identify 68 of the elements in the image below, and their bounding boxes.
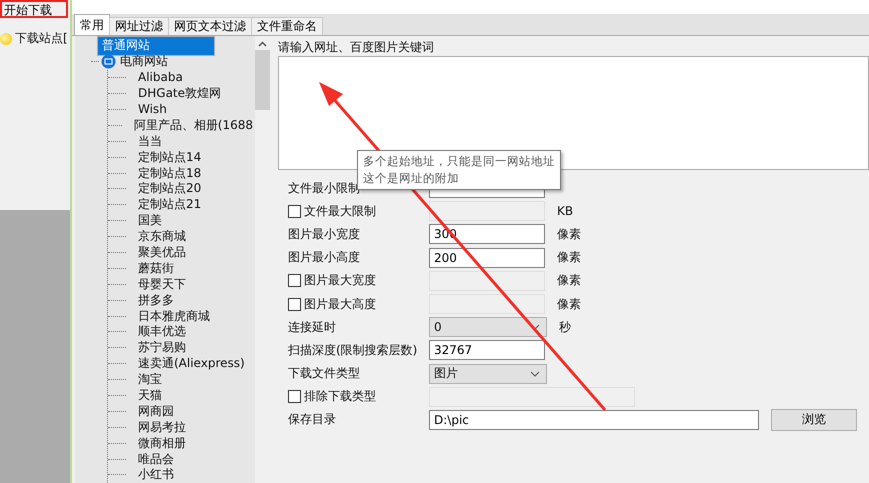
tree-item[interactable]: 普通网站 <box>97 36 215 56</box>
tree-item[interactable]: 淘宝 <box>136 372 164 388</box>
unit-label: 像素 <box>557 296 581 313</box>
tree-item[interactable]: 日本雅虎商城 <box>136 308 212 324</box>
tree-item[interactable]: 天猫 <box>136 388 164 404</box>
tree-item[interactable]: 拼多多 <box>136 292 176 308</box>
tab[interactable]: 网页文本过滤 <box>168 17 252 35</box>
tree-item[interactable]: 定制站点21 <box>136 197 204 212</box>
unit-label: 像素 <box>557 226 581 243</box>
tree-item[interactable]: 网商园 <box>136 404 176 419</box>
folder-icon[interactable] <box>101 54 116 70</box>
tree-item[interactable]: 顺丰优选 <box>136 324 188 340</box>
browse-button[interactable]: 浏览 <box>771 408 857 431</box>
url-input-field[interactable] <box>278 56 869 170</box>
field-label: 下载文件类型 <box>288 365 360 382</box>
field-label: 连接延时 <box>288 318 336 336</box>
field-label: 图片最小宽度 <box>288 226 360 243</box>
tab[interactable]: 常用 <box>74 14 110 35</box>
tree-item[interactable]: 小红书 <box>136 467 176 482</box>
tree-item[interactable]: 国美 <box>136 213 164 228</box>
save-path-field[interactable]: D:\pic <box>429 410 759 430</box>
unit-label: 像素 <box>557 272 581 290</box>
tree-item[interactable]: Wish <box>136 102 169 117</box>
checkbox[interactable] <box>288 274 301 288</box>
tree-item[interactable]: 京东商城 <box>136 229 188 244</box>
tree-item[interactable]: 母婴天下 <box>136 276 188 292</box>
dropdown[interactable]: 0 <box>429 317 547 338</box>
chevron-down-icon[interactable] <box>530 370 540 377</box>
tree-item[interactable]: 定制站点18 <box>136 166 204 181</box>
tree-item[interactable]: 电商网站 <box>118 54 170 70</box>
tree-item[interactable]: 阿里产品、相册(1688 <box>132 118 255 133</box>
tree-item[interactable]: 聚美优品 <box>136 245 188 260</box>
tooltip: 多个起始地址，只能是同一网站地址 这个是网址的附加 <box>357 150 561 190</box>
start-download-button[interactable]: 开始下载 <box>0 0 68 18</box>
scrollbar-thumb[interactable] <box>255 50 270 110</box>
checkbox[interactable] <box>288 204 301 218</box>
scroll-up-icon[interactable] <box>258 41 267 47</box>
field-label: 扫描深度(限制搜索层数) <box>288 342 418 359</box>
field-label: 图片最大高度 <box>304 296 376 313</box>
field-label: 保存目录 <box>288 411 336 428</box>
unit-label: 像素 <box>557 249 581 266</box>
field-label: 图片最小高度 <box>288 249 360 266</box>
tree-item[interactable]: 定制站点14 <box>136 150 204 165</box>
field-label: 图片最大宽度 <box>304 272 376 290</box>
tree-item[interactable]: 苏宁易购 <box>136 340 188 356</box>
unit-label: 秒 <box>559 318 571 336</box>
tree-item[interactable]: Alibaba <box>136 70 185 86</box>
tree-item[interactable]: 网易考拉 <box>136 420 188 435</box>
tree-item[interactable]: 蘑菇街 <box>136 260 176 276</box>
field-label: 文件最大限制 <box>304 202 376 220</box>
tree-item[interactable]: DHGate敦煌网 <box>136 86 224 102</box>
tree-item[interactable]: 当当 <box>136 134 164 149</box>
tree-item[interactable]: 定制站点20 <box>136 181 204 196</box>
dropdown[interactable]: 图片 <box>429 364 547 384</box>
tree-item[interactable]: 速卖通(Aliexpress) <box>136 356 247 372</box>
site-list-item[interactable]: 下载站点[ <box>0 30 70 47</box>
tab[interactable]: 文件重命名 <box>251 17 323 35</box>
tree-item[interactable]: 唯品会 <box>136 452 176 467</box>
status-dot-icon <box>0 32 12 44</box>
checkbox[interactable] <box>288 390 301 404</box>
tab[interactable]: 网址过滤 <box>109 17 169 35</box>
input-field[interactable]: 200 <box>429 248 545 268</box>
checkbox[interactable] <box>288 298 301 311</box>
url-input-label: 请输入网址、百度图片关键词 <box>278 39 435 56</box>
field-label: 排除下载类型 <box>304 388 376 406</box>
input-field[interactable]: 32767 <box>429 340 545 360</box>
unit-label: KB <box>557 204 574 218</box>
tree-item[interactable]: 微商相册 <box>136 436 188 451</box>
